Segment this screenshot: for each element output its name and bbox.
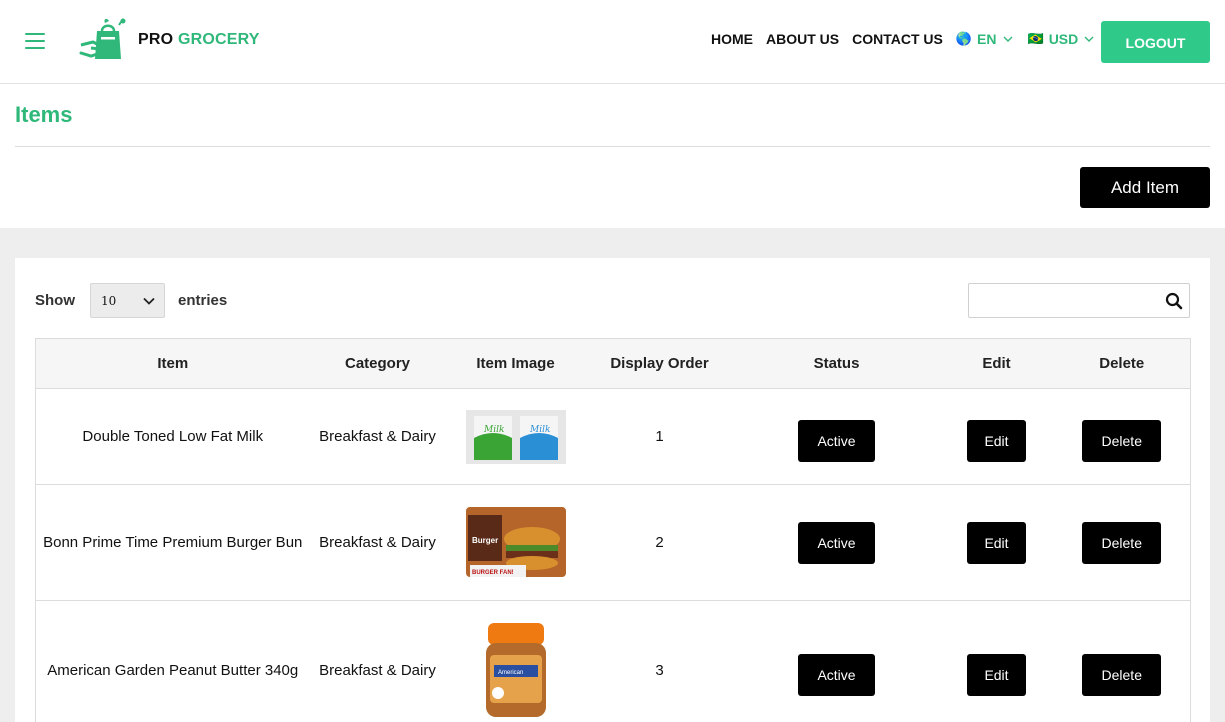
table-header-row: Item Category Item Image Display Order S… [35, 338, 1191, 389]
item-image-cell: BURGER FAN! Burger [445, 484, 586, 601]
table-row: Double Toned Low Fat Milk Breakfast & Da… [35, 388, 1191, 485]
item-category: Breakfast & Dairy [309, 484, 446, 601]
language-selector[interactable]: 🌎 EN [956, 31, 1013, 47]
status-active-button[interactable]: Active [798, 419, 875, 462]
grocery-bag-logo-icon [79, 18, 126, 59]
item-name: Double Toned Low Fat Milk [35, 388, 310, 485]
item-name: American Garden Peanut Butter 340g [35, 600, 310, 722]
logout-button[interactable]: LOGOUT [1101, 21, 1210, 63]
delete-button[interactable]: Delete [1082, 419, 1162, 462]
table-row: Bonn Prime Time Premium Burger Bun Break… [35, 484, 1191, 601]
column-header-item[interactable]: Item [35, 338, 310, 389]
peanut-butter-jar-image: American [485, 622, 546, 717]
top-header: PRO GROCERY HOME ABOUT US CONTACT US 🌎 E… [0, 0, 1225, 84]
nav-about-us-link[interactable]: ABOUT US [766, 31, 839, 47]
delete-button[interactable]: Delete [1082, 653, 1162, 696]
edit-button[interactable]: Edit [967, 521, 1026, 564]
svg-text:Burger: Burger [472, 536, 498, 545]
milk-cartons-image: Milk Milk [465, 409, 566, 464]
search-input[interactable] [969, 284, 1159, 317]
show-label: Show [35, 292, 75, 309]
column-header-item-image[interactable]: Item Image [445, 338, 586, 389]
column-header-edit[interactable]: Edit [939, 338, 1054, 389]
delete-cell: Delete [1053, 600, 1191, 722]
search-icon[interactable] [1165, 292, 1183, 310]
globe-icon: 🌎 [955, 31, 973, 46]
column-header-category[interactable]: Category [309, 338, 446, 389]
table-row: American Garden Peanut Butter 340g Break… [35, 600, 1191, 722]
table-search [968, 283, 1190, 318]
add-item-button[interactable]: Add Item [1080, 167, 1210, 208]
delete-cell: Delete [1053, 388, 1191, 485]
brazil-flag-icon: 🇧🇷 [1027, 31, 1044, 46]
main-nav: HOME ABOUT US CONTACT US 🌎 EN 🇧🇷 USD [711, 31, 1109, 47]
entries-label: entries [178, 292, 228, 309]
status-cell: Active [733, 388, 940, 485]
currency-selector[interactable]: 🇧🇷 USD [1028, 31, 1095, 47]
item-image-cell: American [445, 600, 586, 722]
page-title: Items [15, 102, 73, 127]
delete-cell: Delete [1053, 484, 1191, 601]
item-category: Breakfast & Dairy [309, 600, 446, 722]
items-table: Item Category Item Image Display Order S… [35, 338, 1191, 722]
svg-text:American: American [498, 670, 523, 676]
item-image-cell: Milk Milk [445, 388, 586, 485]
column-header-display-order[interactable]: Display Order [585, 338, 734, 389]
page-size-value: 10 [101, 294, 117, 308]
edit-cell: Edit [939, 388, 1054, 485]
items-table-card: Show 10 entries Item Category Item Image… [15, 258, 1210, 722]
currency-value: USD [1048, 31, 1079, 47]
logo[interactable]: PRO GROCERY [79, 15, 260, 65]
status-active-button[interactable]: Active [798, 653, 875, 696]
column-header-delete[interactable]: Delete [1053, 338, 1191, 389]
edit-cell: Edit [939, 600, 1054, 722]
edit-button[interactable]: Edit [967, 419, 1026, 462]
item-category: Breakfast & Dairy [309, 388, 446, 485]
language-value: EN [977, 31, 997, 47]
item-display-order: 1 [585, 388, 734, 485]
column-header-status[interactable]: Status [733, 338, 940, 389]
logo-text: PRO GROCERY [138, 31, 260, 49]
svg-text:BURGER FAN!: BURGER FAN! [472, 570, 514, 576]
svg-text:Milk: Milk [483, 425, 504, 435]
item-display-order: 2 [585, 484, 734, 601]
status-cell: Active [733, 484, 940, 601]
status-cell: Active [733, 600, 940, 722]
burger-bun-pack-image: BURGER FAN! Burger [465, 506, 566, 577]
chevron-down-icon [1003, 36, 1012, 42]
hamburger-menu-icon[interactable] [25, 33, 45, 49]
logo-text-pro: PRO [138, 31, 174, 48]
chevron-down-icon [1084, 36, 1094, 42]
item-name: Bonn Prime Time Premium Burger Bun [35, 484, 310, 601]
item-display-order: 3 [585, 600, 734, 722]
svg-text:Milk: Milk [529, 425, 550, 435]
title-divider [15, 146, 1210, 147]
logo-text-grocery: GROCERY [177, 31, 260, 48]
edit-button[interactable]: Edit [967, 653, 1026, 696]
delete-button[interactable]: Delete [1082, 521, 1162, 564]
edit-cell: Edit [939, 484, 1054, 601]
page-size-select[interactable]: 10 [90, 283, 165, 318]
nav-contact-us-link[interactable]: CONTACT US [852, 31, 943, 47]
nav-home-link[interactable]: HOME [711, 31, 753, 47]
status-active-button[interactable]: Active [798, 521, 875, 564]
chevron-down-icon [143, 297, 155, 305]
